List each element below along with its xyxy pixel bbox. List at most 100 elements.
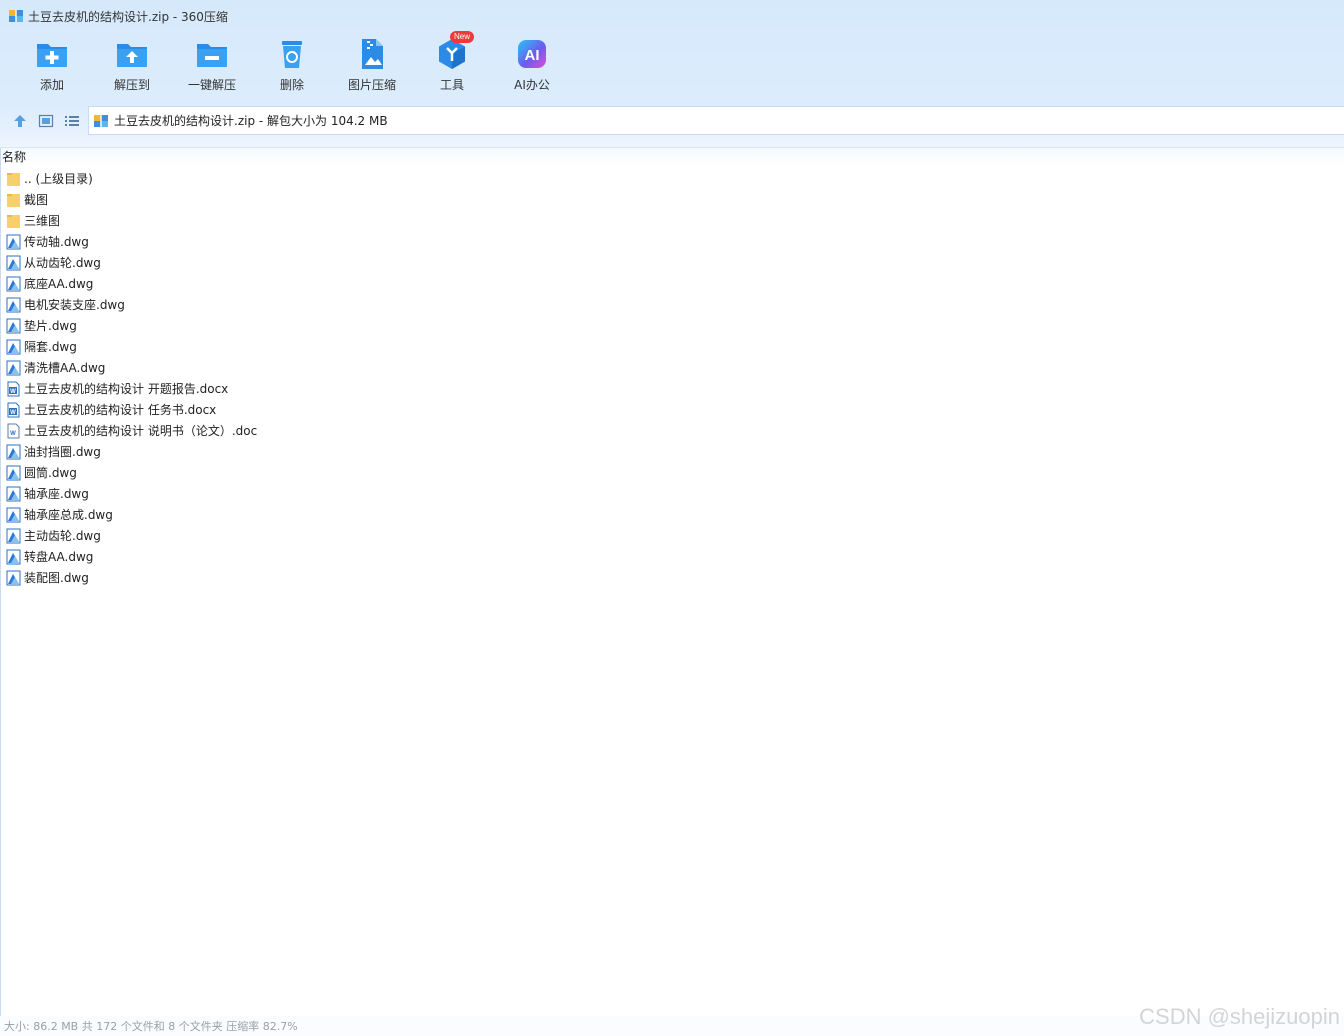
navigation-row: 土豆去皮机的结构设计.zip - 解包大小为 104.2 MB: [0, 106, 1344, 136]
dwg-file-icon: [6, 255, 21, 271]
window-chrome: 土豆去皮机的结构设计.zip - 360压缩 添加 解压到 一键解压 删除 图片…: [0, 0, 1344, 148]
folder-icon: [6, 213, 21, 229]
status-text: 大小: 86.2 MB 共 172 个文件和 8 个文件夹 压缩率 82.7%: [4, 1020, 298, 1033]
one-click-extract-icon: [197, 44, 227, 67]
dwg-file-icon: [6, 234, 21, 250]
one-click-extract-label: 一键解压: [187, 78, 236, 92]
dwg-file-icon: [6, 444, 21, 460]
dwg-file-icon: [6, 507, 21, 523]
file-name: 转盘AA.dwg: [24, 550, 94, 564]
dwg-file-icon: [6, 276, 21, 292]
file-name: 三维图: [24, 214, 61, 228]
file-row[interactable]: 轴承座总成.dwg: [0, 504, 1344, 525]
word-document-icon: W: [6, 423, 21, 439]
file-name: 清洗槽AA.dwg: [24, 361, 106, 375]
image-compress-label: 图片压缩: [347, 78, 396, 92]
folder-row[interactable]: 三维图: [0, 210, 1344, 231]
file-row[interactable]: 电机安装支座.dwg: [0, 294, 1344, 315]
file-name: 传动轴.dwg: [24, 235, 89, 249]
file-name: 轴承座.dwg: [24, 487, 89, 501]
file-row[interactable]: 传动轴.dwg: [0, 231, 1344, 252]
file-list: .. (上级目录) 截图三维图传动轴.dwg 从动齿轮.dwg 底座AA.dwg 电机安…: [0, 168, 1344, 588]
dwg-file-icon: [6, 528, 21, 544]
extract-to-button[interactable]: 解压到: [92, 36, 172, 98]
file-row[interactable]: 垫片.dwg: [0, 315, 1344, 336]
dwg-file-icon: [6, 318, 21, 334]
status-bar: 大小: 86.2 MB 共 172 个文件和 8 个文件夹 压缩率 82.7%: [0, 1016, 1344, 1036]
new-badge: New: [450, 31, 475, 43]
toolbar: 添加 解压到 一键解压 删除 图片压缩 New 工具 AI AI办公: [12, 31, 572, 98]
extract-to-icon: [117, 44, 147, 67]
word-document-icon: W: [6, 381, 21, 397]
file-row[interactable]: 油封挡圈.dwg: [0, 441, 1344, 462]
file-row[interactable]: W 土豆去皮机的结构设计 开题报告.docx: [0, 378, 1344, 399]
folder-row[interactable]: .. (上级目录): [0, 168, 1344, 189]
file-name: 油封挡圈.dwg: [24, 445, 101, 459]
file-name: 截图: [24, 193, 49, 207]
archive-icon: [94, 114, 108, 127]
word-document-icon: W: [6, 402, 21, 418]
file-row[interactable]: 清洗槽AA.dwg: [0, 357, 1344, 378]
delete-icon: [282, 41, 302, 68]
add-label: 添加: [39, 78, 64, 92]
file-row[interactable]: 圆筒.dwg: [0, 462, 1344, 483]
file-name: 电机安装支座.dwg: [24, 298, 125, 312]
delete-button[interactable]: 删除: [252, 36, 332, 98]
list-view-icon[interactable]: [64, 113, 80, 129]
address-text: 土豆去皮机的结构设计.zip - 解包大小为 104.2 MB: [114, 114, 388, 128]
ai-office-icon: AI: [518, 40, 546, 68]
file-name: 隔套.dwg: [24, 340, 77, 354]
svg-text:W: W: [10, 389, 16, 395]
file-row[interactable]: 轴承座.dwg: [0, 483, 1344, 504]
one-click-extract-button[interactable]: 一键解压: [172, 36, 252, 98]
file-name: .. (上级目录): [24, 172, 93, 186]
folder-icon: [6, 192, 21, 208]
folder-icon: [6, 171, 21, 187]
delete-label: 删除: [279, 78, 304, 92]
thumbnail-view-icon[interactable]: [38, 113, 54, 129]
folder-row[interactable]: 截图: [0, 189, 1344, 210]
file-name: 从动齿轮.dwg: [24, 256, 101, 270]
dwg-file-icon: [6, 486, 21, 502]
file-row[interactable]: 从动齿轮.dwg: [0, 252, 1344, 273]
title-bar: 土豆去皮机的结构设计.zip - 360压缩: [0, 0, 1344, 32]
add-icon: [37, 44, 67, 67]
file-row[interactable]: 装配图.dwg: [0, 567, 1344, 588]
file-row[interactable]: 底座AA.dwg: [0, 273, 1344, 294]
dwg-file-icon: [6, 339, 21, 355]
dwg-file-icon: [6, 570, 21, 586]
dwg-file-icon: [6, 549, 21, 565]
file-name: 垫片.dwg: [24, 319, 77, 333]
file-name: 主动齿轮.dwg: [24, 529, 101, 543]
file-name: 底座AA.dwg: [24, 277, 94, 291]
file-name: 装配图.dwg: [24, 571, 89, 585]
dwg-file-icon: [6, 297, 21, 313]
svg-text:W: W: [10, 431, 16, 437]
image-compress-icon: [362, 39, 383, 69]
ai-office-label: AI办公: [514, 78, 550, 92]
image-compress-button[interactable]: 图片压缩: [332, 36, 412, 98]
up-arrow-icon[interactable]: [12, 113, 28, 129]
address-bar[interactable]: 土豆去皮机的结构设计.zip - 解包大小为 104.2 MB: [88, 106, 1344, 135]
file-name: 土豆去皮机的结构设计 开题报告.docx: [24, 382, 229, 396]
ai-office-button[interactable]: AI AI办公: [492, 36, 572, 98]
dwg-file-icon: [6, 465, 21, 481]
add-button[interactable]: 添加: [12, 36, 92, 98]
file-row[interactable]: W 土豆去皮机的结构设计 任务书.docx: [0, 399, 1344, 420]
tools-button[interactable]: New 工具: [412, 31, 492, 98]
file-row[interactable]: W 土豆去皮机的结构设计 说明书（论文）.doc: [0, 420, 1344, 441]
file-row[interactable]: 主动齿轮.dwg: [0, 525, 1344, 546]
file-name: 土豆去皮机的结构设计 说明书（论文）.doc: [24, 424, 258, 438]
file-row[interactable]: 转盘AA.dwg: [0, 546, 1344, 567]
tools-icon-wrap: New: [434, 31, 475, 72]
extract-to-label: 解压到: [113, 78, 150, 92]
dwg-file-icon: [6, 360, 21, 376]
file-row[interactable]: 隔套.dwg: [0, 336, 1344, 357]
tools-label: 工具: [439, 78, 464, 92]
window-title: 土豆去皮机的结构设计.zip - 360压缩: [28, 9, 228, 24]
archive-icon: [9, 10, 23, 22]
file-name: 轴承座总成.dwg: [24, 508, 113, 522]
svg-text:W: W: [10, 410, 16, 416]
column-name-header[interactable]: 名称: [2, 148, 26, 165]
file-name: 圆筒.dwg: [24, 466, 77, 480]
